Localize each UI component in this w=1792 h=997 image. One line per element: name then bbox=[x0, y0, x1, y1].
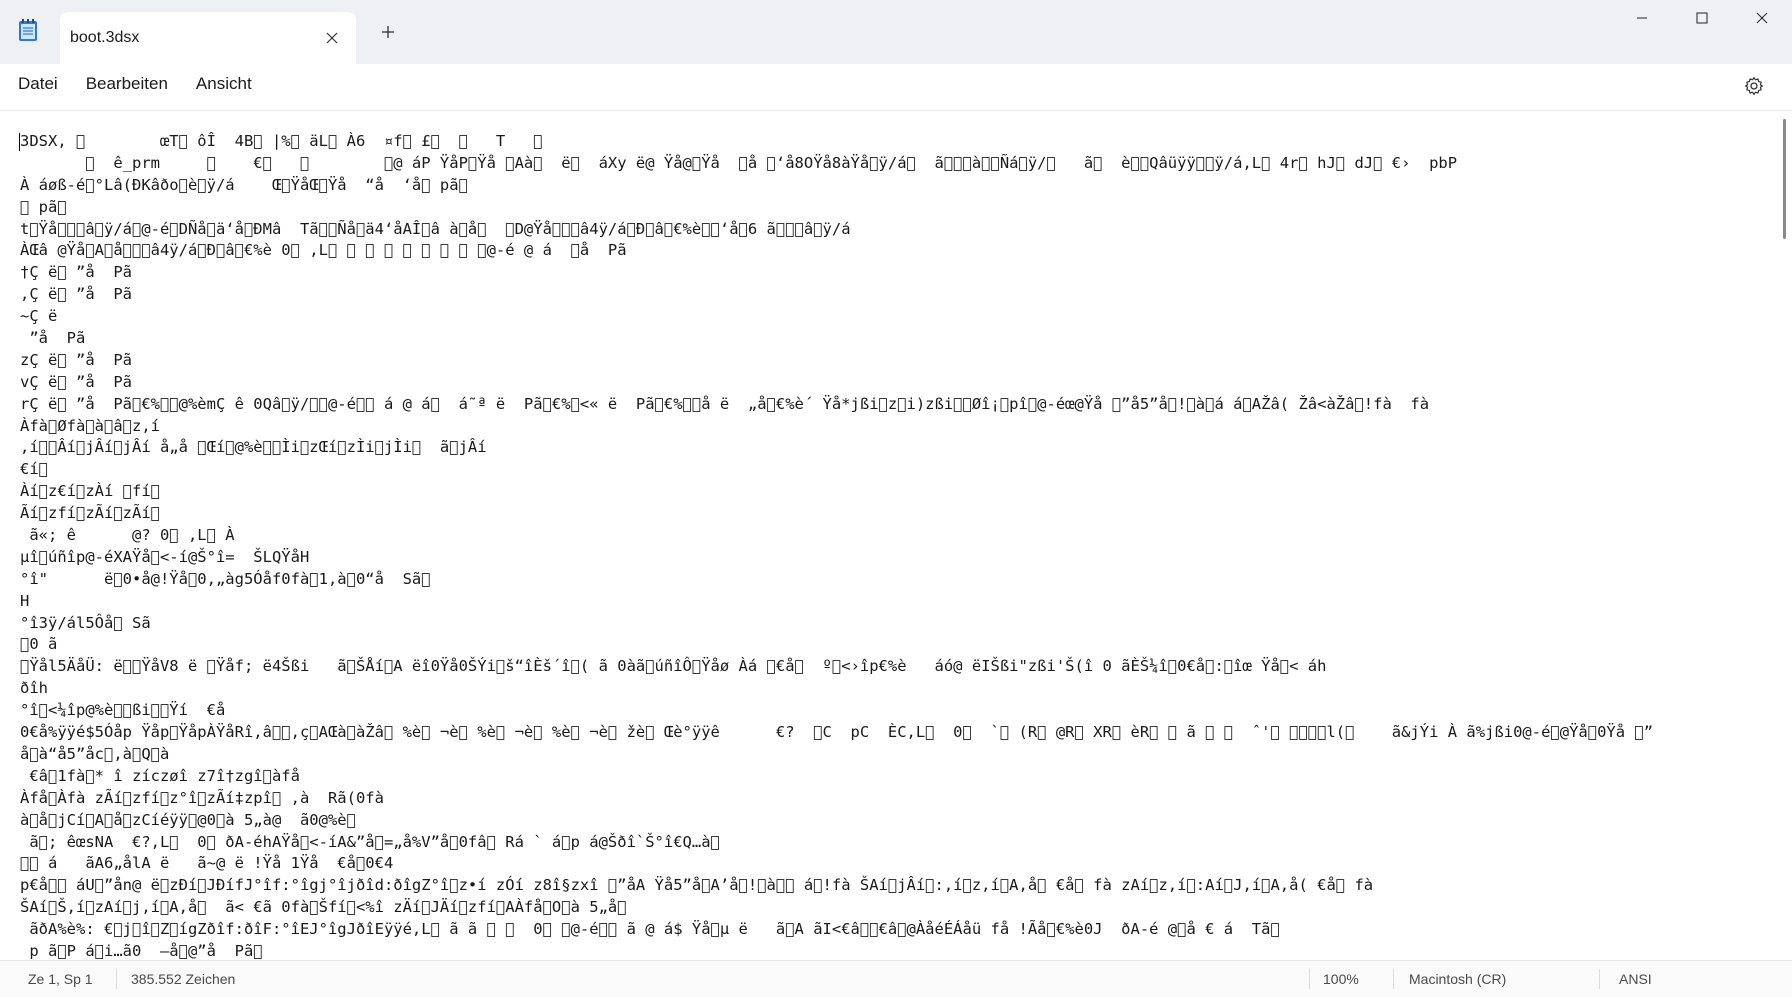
text-line: €í  bbox=[20, 460, 48, 479]
settings-button[interactable] bbox=[1742, 74, 1766, 98]
menu-item-datei[interactable]: Datei bbox=[8, 70, 68, 98]
text-line: rÇ ë  ”å Pã €%  @%èmÇ ê 0Qâ ÿ/  @-é   á … bbox=[20, 394, 1430, 413]
status-bar: Ze 1, Sp 1 385.552 Zeichen 100% Macintos… bbox=[0, 960, 1792, 997]
text-line: p ã P á i…ã0 –å @”å Pã  bbox=[20, 941, 263, 960]
text-line: †Ç ë  ”å Pã bbox=[20, 263, 132, 282]
plus-icon bbox=[382, 26, 394, 38]
text-line: °î3ÿ/ál5Ôå  Sã bbox=[20, 613, 151, 632]
text-line:   pã  bbox=[20, 197, 67, 216]
menu-bar: Datei Bearbeiten Ansicht bbox=[0, 64, 1792, 111]
text-line: °î" ë 0•å@!Ÿå 0,„àg5Óåf0fà 1,à 0“å Sã  bbox=[20, 569, 431, 588]
maximize-icon bbox=[1696, 12, 1708, 24]
gear-icon bbox=[1744, 76, 1764, 96]
text-line: €â 1fà * î zíczøî z7î†zgî àfå bbox=[20, 766, 300, 785]
vertical-scrollbar[interactable] bbox=[1776, 111, 1792, 960]
text-line: 0€å%ÿÿé$5Óåp Ÿåp ŸåpÀŸåRî,â  ,ç AŒà àŽâ … bbox=[20, 723, 1654, 742]
text-line:  0 ã bbox=[20, 635, 58, 654]
text-line: ãðA%è%: € j î Z ígZðîf:ðîF:°îEJ°îgJðîEÿÿ… bbox=[20, 920, 1280, 939]
minimize-icon bbox=[1637, 17, 1647, 19]
text-line: ,Ç ë  ”å Pã bbox=[20, 285, 132, 304]
text-line: H bbox=[20, 591, 30, 610]
scrollbar-thumb[interactable] bbox=[1783, 119, 1786, 239]
text-line: ŠAí Š,í zAí j,í A,å  ã< €ã 0fà Šfí <%î z… bbox=[20, 898, 627, 917]
text-line: ã ; êœsNA €?,L  0  ðA-éhAŸå <-íA&”å =„å%… bbox=[20, 832, 720, 851]
close-tab-icon[interactable] bbox=[320, 26, 344, 50]
text-line:    á ãA6„ålA ë ã~@ ë !Ÿå 1Ÿå €å 0€4 bbox=[20, 854, 394, 873]
cursor-position: Ze 1, Sp 1 bbox=[28, 971, 93, 987]
status-separator bbox=[116, 969, 117, 989]
text-editor[interactable]: 3DSX,   œT  ôÎ 4B  |%  äL  À6 ¤f  £    T… bbox=[0, 111, 1792, 960]
text-line: 3DSX,   œT  ôÎ 4B  |%  äL  À6 ¤f  £    T… bbox=[20, 132, 543, 150]
notepad-app-icon bbox=[17, 18, 39, 42]
encoding[interactable]: ANSI bbox=[1619, 961, 1652, 997]
tab-title: boot.3dsx bbox=[70, 29, 140, 46]
status-separator bbox=[1599, 969, 1600, 989]
text-line: ”å Pã bbox=[20, 329, 86, 348]
text-line: å à“å5”åc ,à Q à bbox=[20, 744, 170, 763]
text-line: zÇ ë  ”å Pã bbox=[20, 350, 132, 369]
text-line: ~Ç ë bbox=[20, 307, 58, 326]
status-separator bbox=[1393, 969, 1394, 989]
minimize-button[interactable] bbox=[1612, 0, 1672, 36]
character-count: 385.552 Zeichen bbox=[131, 971, 236, 987]
text-line: ÀŒâ @Ÿå A å   â4ÿ/á Ð â €%è 0  ,L       … bbox=[20, 241, 627, 260]
text-line: °î <¼îp@%è  ßi  Ÿí €å bbox=[20, 701, 226, 720]
text-line: p€å   áU ”ån@ ë zÐí JÐífJ°îf:°îgj°îjðîd:… bbox=[20, 876, 1374, 895]
notepad-window: boot.3dsx Datei Bearbeiten Ansicht 3DSX,… bbox=[0, 0, 1792, 997]
text-line:  Ÿål5ÄåÜ: ë  ŸåV8 ë  Ÿåf; ë4Šßi ã ŠÅí A … bbox=[20, 657, 1327, 676]
text-line: Àí z€í zÀí  fí  bbox=[20, 482, 160, 501]
status-separator bbox=[1309, 969, 1310, 989]
text-line: Àfà Øfà à â z,í bbox=[20, 416, 160, 435]
maximize-button[interactable] bbox=[1672, 0, 1732, 36]
tab-boot-3dsx[interactable]: boot.3dsx bbox=[60, 12, 356, 64]
text-line: vÇ ë  ”å Pã bbox=[20, 372, 132, 391]
new-tab-button[interactable] bbox=[376, 20, 400, 44]
text-line: t Ÿå   â ÿ/á @-é DÑå ä‘å ÐMâ Tã  Ñå ä4‘å… bbox=[20, 219, 851, 238]
close-icon bbox=[1756, 12, 1768, 24]
close-window-button[interactable] bbox=[1732, 0, 1792, 36]
zoom-level[interactable]: 100% bbox=[1323, 961, 1359, 997]
text-line:   ê_prm   €     @ áP ŸåP Ÿå  Aà  ë  áXy … bbox=[20, 153, 1458, 172]
window-controls bbox=[1612, 0, 1792, 40]
text-line: µî úñîp@-éXAŸå <-í@Š°î= ŠLQŸåH bbox=[20, 547, 310, 566]
text-line: À áøß-é °Lâ(ÐKâðo è ÿ/á Œ ŸåŒ Ÿå “å ‘å  … bbox=[20, 175, 468, 194]
text-line: Ãí zfí zÃí zÃí  bbox=[20, 504, 160, 523]
editor-content[interactable]: 3DSX,   œT  ôÎ 4B  |%  äL  À6 ¤f  £    T… bbox=[20, 131, 1762, 960]
menu-item-bearbeiten[interactable]: Bearbeiten bbox=[76, 70, 178, 98]
text-line: ðîh bbox=[20, 679, 48, 698]
line-ending[interactable]: Macintosh (CR) bbox=[1409, 961, 1506, 997]
text-line: ã«; ê @? 0  ,L  À bbox=[20, 526, 235, 545]
text-line: ,í  Âí jÂí jÂí å„å  Œí @%è  Ìi zŒí zÌi j… bbox=[20, 438, 487, 457]
text-line: à å jCí A å zCíéÿÿ @0 à 5„à@ ã0@%è  bbox=[20, 810, 356, 829]
title-bar: boot.3dsx bbox=[0, 0, 1792, 64]
text-line: Àfå Àfà zÃí zfí z°î zÃí‡zpî  ,à Rã(0fà bbox=[20, 788, 384, 807]
menu-item-ansicht[interactable]: Ansicht bbox=[186, 70, 262, 98]
